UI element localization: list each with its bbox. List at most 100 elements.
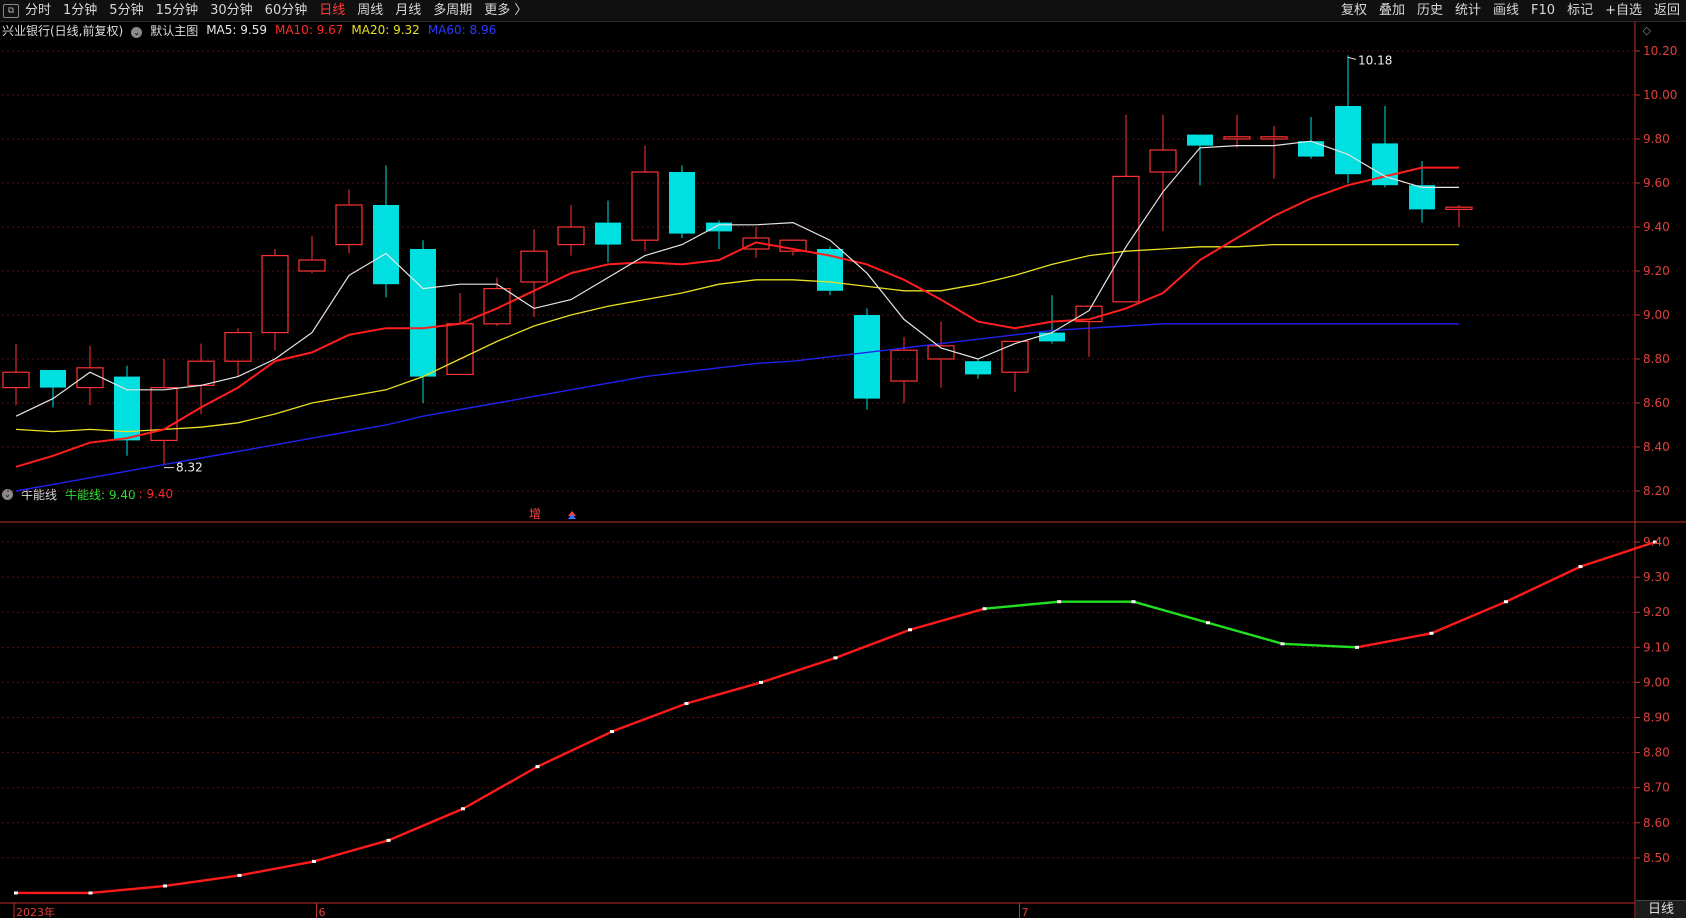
candle-body-up — [76, 367, 104, 389]
high-marker-arrow — [1347, 56, 1357, 60]
bull-line-point — [535, 765, 540, 769]
stock-name: 兴业银行(日线,前复权) — [2, 23, 124, 38]
bull-line-point — [1131, 600, 1136, 604]
candle-body-up — [520, 250, 548, 283]
zeng-marker: 增 — [529, 507, 541, 521]
tool-button-6[interactable]: 标记 — [1561, 0, 1599, 21]
main-axis-label: 9.00 — [1643, 308, 1670, 322]
period-button-9[interactable]: 多周期 — [427, 0, 478, 21]
bull-line-segment — [1431, 600, 1507, 635]
chevron-down-icon[interactable]: ⌄ — [2, 488, 13, 500]
indicator-name: 牛能线 — [21, 487, 58, 502]
tool-button-0[interactable]: 复权 — [1335, 0, 1373, 21]
sub-axis-label: 8.80 — [1643, 746, 1670, 760]
tool-button-4[interactable]: 画线 — [1487, 0, 1525, 21]
bull-line-point — [833, 656, 838, 660]
bull-line-point — [386, 838, 391, 842]
bull-line-point — [312, 859, 316, 863]
candle-body-down — [817, 249, 843, 291]
candle-body-down — [706, 222, 732, 232]
diamond-icon[interactable]: ◇ — [1643, 24, 1651, 37]
candle-body-up — [187, 360, 215, 387]
candle-body-up — [446, 323, 474, 375]
high-price-label: 10.18 — [1358, 53, 1392, 67]
period-button-8[interactable]: 月线 — [389, 0, 427, 21]
main-axis-label: 8.20 — [1643, 484, 1670, 498]
candle-body-up — [1112, 175, 1140, 303]
tool-button-5[interactable]: F10 — [1525, 0, 1561, 21]
candle-body-up — [557, 226, 585, 246]
bull-line-segment — [909, 607, 985, 631]
bull-line-point — [1504, 600, 1508, 604]
date-label: 6 — [319, 906, 326, 918]
bull-line-segment — [313, 839, 389, 863]
main-axis-label: 10.20 — [1643, 44, 1677, 58]
bull-line-point — [1355, 645, 1359, 649]
bull-line-point — [684, 701, 689, 705]
date-label: 7 — [1022, 906, 1029, 918]
bull-line-segment — [164, 874, 240, 888]
bull-line-segment — [536, 730, 613, 768]
window-restore-icon[interactable]: ⧉ — [3, 3, 19, 18]
period-button-10[interactable]: 更多 〉 — [478, 0, 533, 21]
indicator-value-2: : 9.40 — [138, 487, 174, 501]
period-button-7[interactable]: 周线 — [351, 0, 389, 21]
candle-body-up — [298, 259, 326, 272]
period-button-2[interactable]: 5分钟 — [103, 0, 149, 21]
candle-body-up — [1223, 136, 1251, 140]
bull-line-point — [163, 884, 167, 888]
ma10-line — [15, 166, 1423, 468]
tool-button-1[interactable]: 叠加 — [1373, 0, 1411, 21]
sub-axis-label: 9.40 — [1643, 535, 1670, 549]
bull-line-segment — [1505, 565, 1582, 603]
ma5-line — [15, 140, 1423, 417]
bull-line-point — [1429, 631, 1434, 635]
period-button-1[interactable]: 1分钟 — [57, 0, 103, 21]
tool-button-7[interactable]: +自选 — [1599, 0, 1648, 21]
candle-body-down — [669, 172, 695, 234]
chevron-down-icon: ⌄ — [131, 26, 143, 38]
candle-body-up — [890, 349, 918, 382]
candle-body-down — [1409, 185, 1435, 210]
candle-body-up — [224, 332, 252, 362]
bull-line-segment — [462, 765, 539, 810]
sub-axis-label: 8.70 — [1643, 781, 1670, 795]
candle-body-down — [965, 361, 991, 375]
bull-line-point — [461, 807, 465, 811]
candle-body-up — [1075, 305, 1103, 323]
up-triangle-icon — [568, 514, 576, 519]
bull-line-segment — [90, 884, 166, 895]
bull-line-point — [88, 891, 93, 895]
period-button-5[interactable]: 60分钟 — [259, 0, 314, 21]
ma60-line — [15, 323, 1311, 492]
candle-body-down — [40, 370, 66, 388]
up-triangle-icon — [568, 511, 576, 516]
period-button-6[interactable]: 日线 — [313, 0, 351, 21]
sub-axis-label: 8.60 — [1643, 816, 1670, 830]
period-button-0[interactable]: 分时 — [19, 0, 57, 21]
bull-line-point — [237, 873, 242, 877]
candle-body-up — [150, 387, 178, 442]
candle-body-down — [595, 222, 621, 245]
bull-line-segment — [1207, 621, 1283, 645]
sub-axis-label: 9.20 — [1643, 605, 1670, 619]
bull-line-segment — [388, 807, 464, 842]
period-button-4[interactable]: 30分钟 — [204, 0, 259, 21]
tool-button-8[interactable]: 返回 — [1648, 0, 1686, 21]
period-button-3[interactable]: 15分钟 — [150, 0, 205, 21]
candle-body-up — [927, 345, 955, 360]
bull-line-segment — [239, 860, 315, 877]
ma20-label: MA20: 9.32 — [351, 23, 420, 37]
period-tab-daily[interactable]: 日线 — [1636, 900, 1686, 918]
bull-line-segment — [760, 656, 836, 684]
bull-line-segment — [1356, 632, 1432, 649]
tool-button-3[interactable]: 统计 — [1449, 0, 1487, 21]
indicator-value: 牛能线: 9.40 — [65, 487, 136, 502]
bull-line-point — [759, 680, 763, 684]
tool-button-2[interactable]: 历史 — [1411, 0, 1449, 21]
bull-line-point — [908, 628, 912, 632]
template-selector[interactable]: ⌄ 默认主图 — [131, 22, 198, 39]
bull-line-segment — [686, 681, 762, 705]
bull-line-segment — [1282, 642, 1358, 649]
date-label: 2023年 — [16, 905, 55, 918]
